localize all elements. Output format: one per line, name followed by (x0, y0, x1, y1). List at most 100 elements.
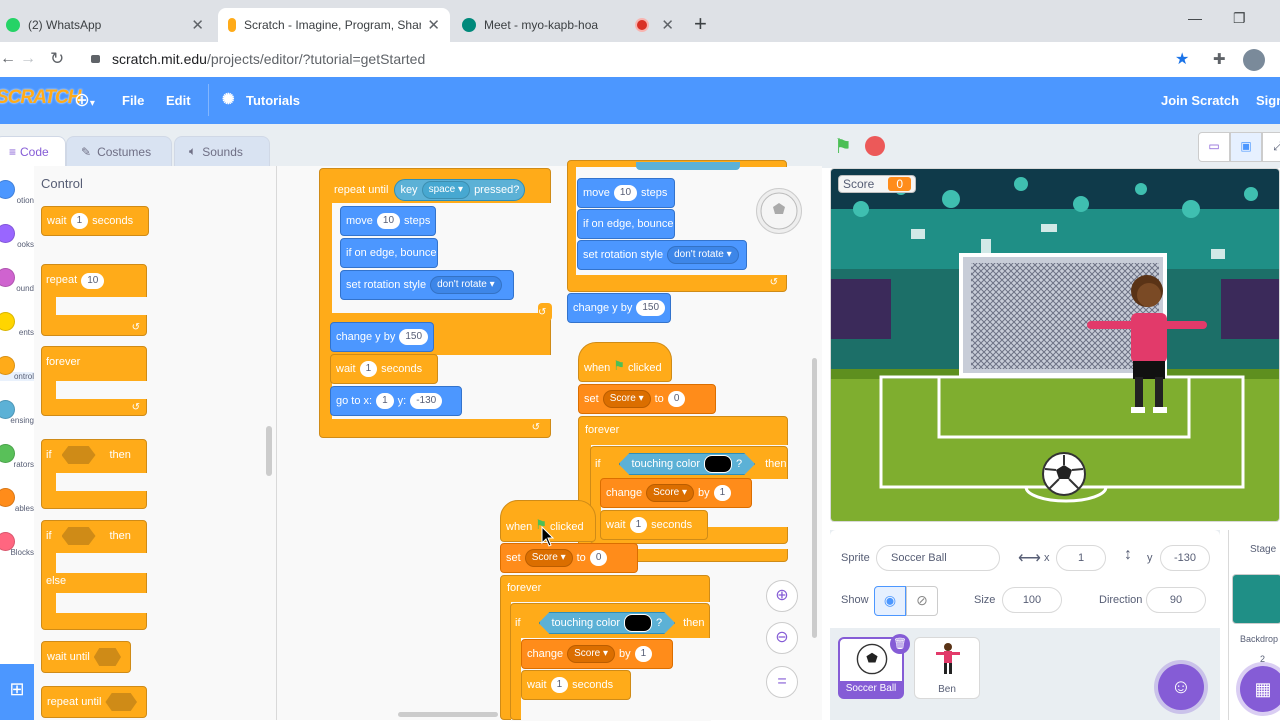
profile-avatar[interactable] (1243, 49, 1265, 71)
category-events[interactable]: ents (0, 312, 34, 337)
palette-if-else-block[interactable]: if then else (41, 520, 148, 630)
show-sprite-eye-icon[interactable]: ◉ (874, 586, 906, 616)
rotation-style-block[interactable]: set rotation style don't rotate (577, 240, 747, 270)
move-steps-block[interactable]: move 10 steps (577, 178, 675, 208)
key-dropdown[interactable]: space (421, 181, 471, 199)
block-input[interactable]: 1 (359, 361, 378, 377)
rotation-style-block[interactable]: set rotation style don't rotate (340, 270, 514, 300)
palette-forever-block[interactable]: forever ↺ (41, 346, 148, 416)
block-input[interactable]: 1 (634, 646, 653, 662)
close-tab-icon[interactable]: ✕ (661, 16, 674, 34)
block-input[interactable]: 10 (376, 213, 401, 229)
block-input[interactable]: 1 (376, 393, 394, 409)
category-motion[interactable]: otion (0, 180, 34, 205)
language-globe-icon[interactable]: ⊕▾ (74, 89, 95, 112)
choose-sprite-cat-icon[interactable]: ☺ (1158, 664, 1204, 710)
back-icon[interactable]: ← (0, 50, 16, 68)
sign-in-link[interactable]: Sign (1256, 93, 1280, 108)
large-stage-button[interactable]: ▣ (1230, 132, 1262, 162)
palette-if-then-block[interactable]: if then (41, 439, 148, 509)
stage-canvas[interactable] (830, 168, 1280, 522)
address-bar[interactable]: scratch.mit.edu/projects/editor/?tutoria… (112, 51, 425, 67)
minimize-icon[interactable]: — (1188, 10, 1202, 26)
tab-code[interactable]: ≡ Code (0, 136, 66, 166)
tab-costumes[interactable]: ✎ Costumes (66, 136, 172, 166)
palette-repeat-block[interactable]: repeat 10 ↺ (41, 264, 148, 336)
category-sensing[interactable]: ensing (0, 400, 34, 425)
block-input[interactable]: 1 (629, 517, 648, 533)
close-tab-icon[interactable]: ✕ (191, 16, 204, 34)
script-horizontal-scrollbar[interactable] (398, 712, 498, 717)
block-input[interactable]: -130 (410, 393, 443, 409)
set-score-block[interactable]: setScoreto0 (500, 543, 638, 573)
block-input[interactable]: 0 (667, 391, 686, 407)
when-flag-clicked-hat[interactable]: when ⚑ clicked (578, 342, 672, 382)
y-position-input[interactable]: -130 (1160, 545, 1210, 571)
direction-input[interactable]: 90 (1146, 587, 1206, 613)
hide-sprite-eye-icon[interactable]: ⊘ (906, 586, 938, 616)
tutorials-menu[interactable]: Tutorials (246, 93, 300, 108)
go-to-xy-block[interactable]: go to x: 1 y: -130 (330, 386, 462, 416)
tab-sounds[interactable]: 🔈︎ Sounds (174, 136, 270, 166)
block-input[interactable]: 0 (589, 550, 608, 566)
rotation-dropdown[interactable]: don't rotate (430, 276, 502, 294)
palette-wait-until-block[interactable]: wait until (41, 641, 131, 673)
choose-backdrop-icon[interactable]: ▦ (1240, 666, 1280, 712)
bookmark-star-icon[interactable]: ★ (1175, 49, 1189, 69)
x-position-input[interactable]: 1 (1056, 545, 1106, 571)
tab-meet[interactable]: Meet - myo-kapb-hoa ✕ (452, 8, 684, 42)
delete-sprite-trash-icon[interactable]: 🗑︎ (890, 634, 910, 654)
move-steps-block[interactable]: move 10 steps (340, 206, 436, 236)
change-score-block[interactable]: changeScoreby1 (521, 639, 673, 669)
change-y-block[interactable]: change y by 150 (567, 293, 671, 323)
category-sound[interactable]: ound (0, 268, 34, 293)
category-looks[interactable]: ooks (0, 224, 34, 249)
zoom-in-button[interactable]: ⊕ (766, 580, 798, 612)
zoom-reset-button[interactable]: = (766, 666, 798, 698)
block-input[interactable]: 150 (399, 329, 429, 345)
palette-scrollbar[interactable] (266, 426, 272, 476)
change-y-block[interactable]: change y by 150 (330, 322, 434, 352)
bounce-block[interactable]: if on edge, bounce (577, 209, 675, 239)
add-extension-button[interactable]: ⊞ (0, 664, 34, 720)
category-operators[interactable]: rators (0, 444, 34, 469)
file-menu[interactable]: File (122, 93, 144, 108)
variable-dropdown[interactable]: Score (524, 549, 573, 567)
tab-scratch[interactable]: Scratch - Imagine, Program, Share ✕ (218, 8, 450, 42)
sprite-thumb-ben[interactable]: Ben (914, 637, 980, 699)
extensions-puzzle-icon[interactable]: ✚ (1213, 50, 1226, 68)
block-input[interactable]: 1 (713, 485, 732, 501)
zoom-out-button[interactable]: ⊖ (766, 622, 798, 654)
lock-icon[interactable] (91, 55, 100, 63)
color-picker[interactable] (624, 614, 652, 632)
category-control[interactable]: ontrol (0, 356, 34, 381)
stop-button[interactable] (865, 136, 885, 156)
change-score-block[interactable]: changeScoreby1 (600, 478, 752, 508)
wait-seconds-block[interactable]: wait 1 seconds (521, 670, 631, 700)
fullscreen-button[interactable]: ⤢ (1262, 132, 1280, 162)
restore-icon[interactable]: ❐ (1233, 10, 1246, 27)
script-vertical-scrollbar[interactable] (812, 358, 817, 638)
sprite-name-input[interactable]: Soccer Ball (876, 545, 1000, 571)
join-scratch-link[interactable]: Join Scratch (1161, 93, 1239, 108)
size-input[interactable]: 100 (1002, 587, 1062, 613)
palette-repeat-until-block[interactable]: repeat until (41, 686, 147, 718)
new-tab-button[interactable]: + (694, 12, 707, 36)
wait-seconds-block[interactable]: wait 1 seconds (600, 510, 708, 540)
category-variables[interactable]: ables (0, 488, 34, 513)
forward-icon[interactable]: → (20, 50, 36, 68)
bounce-block[interactable]: if on edge, bounce (340, 238, 438, 268)
block-input[interactable]: 10 (613, 185, 638, 201)
color-picker[interactable] (704, 455, 732, 473)
scratch-logo[interactable]: SCRATCH (0, 87, 81, 109)
set-score-block[interactable]: setScoreto0 (578, 384, 716, 414)
tab-whatsapp[interactable]: (2) WhatsApp ✕ (0, 8, 214, 42)
small-stage-button[interactable]: ▭ (1198, 132, 1230, 162)
green-flag-icon[interactable]: ⚑ (834, 134, 852, 159)
close-tab-icon[interactable]: ✕ (427, 16, 440, 34)
edit-menu[interactable]: Edit (166, 93, 191, 108)
rotation-dropdown[interactable]: don't rotate (667, 246, 739, 264)
variable-dropdown[interactable]: Score (567, 645, 616, 663)
block-input[interactable]: 150 (636, 300, 666, 316)
score-variable-monitor[interactable]: Score 0 (838, 175, 917, 193)
